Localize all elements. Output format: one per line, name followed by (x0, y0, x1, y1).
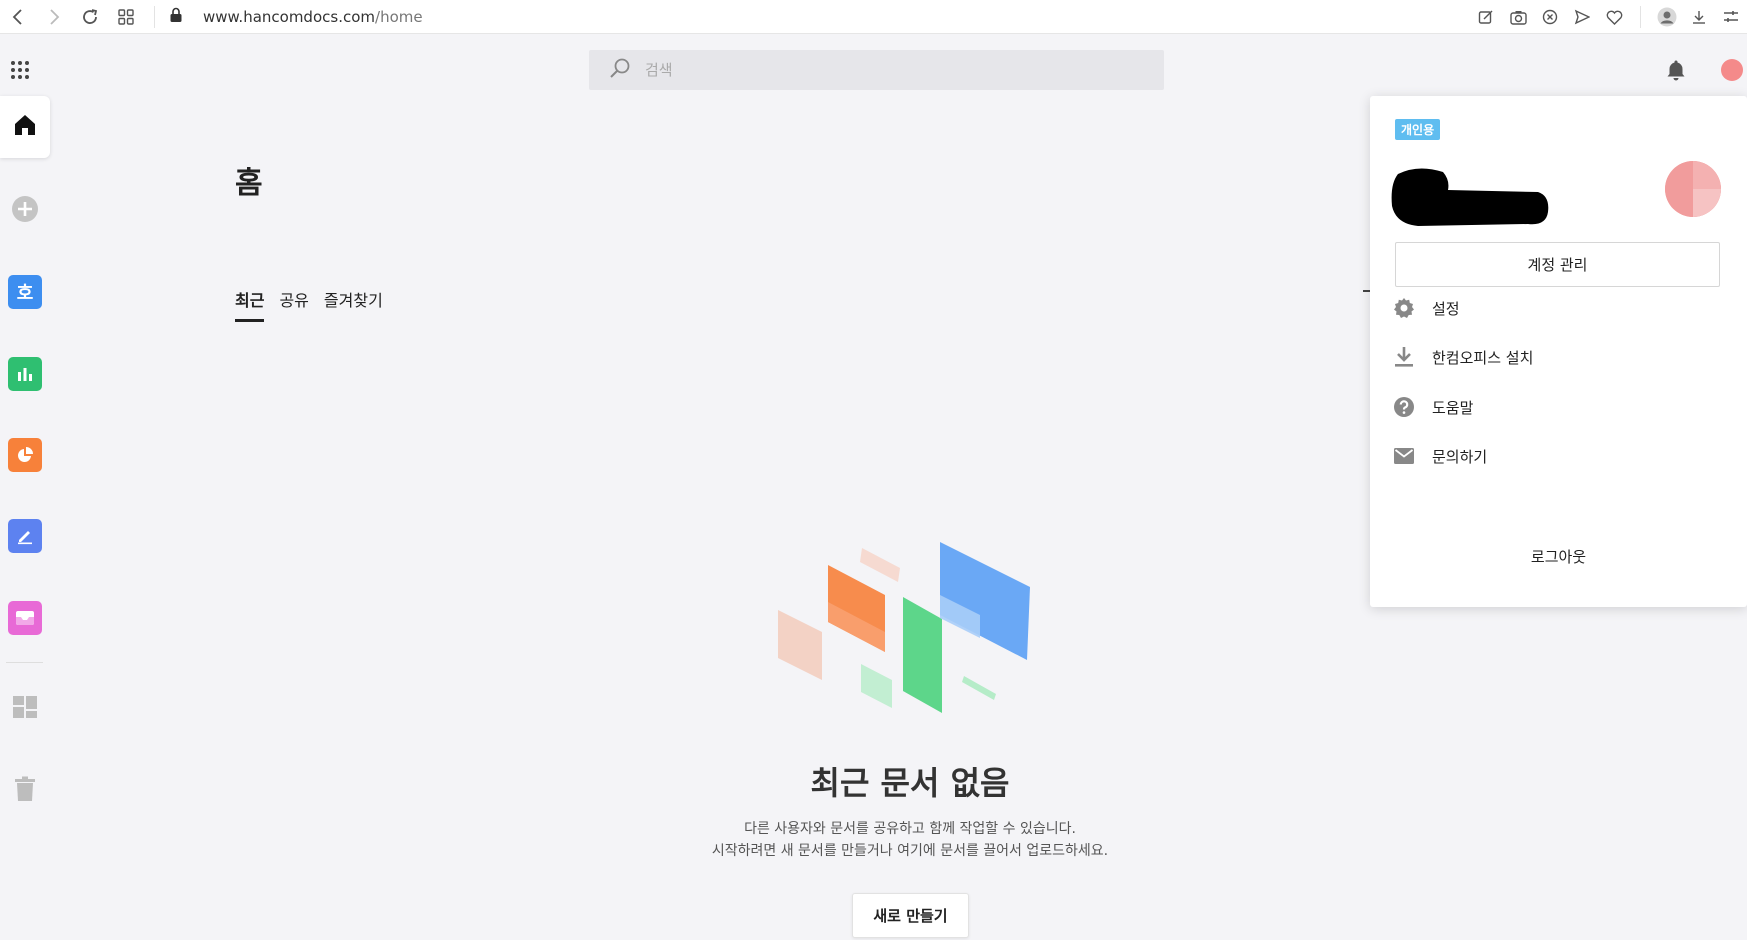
trash-icon (14, 776, 36, 806)
empty-state-line-2: 시작하려면 새 문서를 만들거나 여기에 문서를 끌어서 업로드하세요. (711, 843, 1109, 859)
back-icon[interactable] (0, 0, 36, 34)
page-title: 홈 (235, 166, 263, 201)
sidebar-item-trash[interactable] (0, 760, 50, 822)
browser-extensions (1470, 0, 1747, 34)
empty-state-title: 최근 문서 없음 (810, 764, 1010, 802)
inbox-icon (8, 601, 42, 635)
logout-link[interactable]: 로그아웃 (1370, 546, 1747, 567)
sidebar-item-dashboard[interactable] (0, 678, 50, 740)
search-bar[interactable] (589, 50, 1164, 90)
menu-item-contact[interactable]: 문의하기 (1392, 436, 1722, 476)
user-icon[interactable] (1651, 0, 1683, 34)
tab-favorites[interactable]: 즐겨찾기 (324, 287, 383, 322)
browser-toolbar: www.hancomdocs.com/home (0, 0, 1747, 34)
hword-glyph: 호 (16, 283, 34, 304)
hword-icon: 호 (8, 275, 42, 309)
sidebar-item-hshow[interactable] (0, 424, 50, 486)
camera-icon[interactable] (1502, 0, 1534, 34)
profile-avatar[interactable] (1665, 161, 1721, 217)
heart-icon[interactable] (1598, 0, 1630, 34)
chart-bars-icon (8, 357, 42, 391)
menu-item-help[interactable]: 도움말 (1392, 387, 1722, 427)
help-icon (1392, 395, 1416, 419)
dashboard-icon (12, 695, 38, 723)
sidebar-item-home[interactable] (0, 96, 50, 158)
empty-state-line-1: 다른 사용자와 문서를 공유하고 함께 작업할 수 있습니다. (744, 821, 1076, 837)
menu-item-label: 도움말 (1432, 398, 1474, 417)
menu-item-settings[interactable]: 설정 (1392, 288, 1722, 328)
tab-shared[interactable]: 공유 (279, 287, 308, 322)
sidebar-item-hpdf[interactable] (0, 505, 50, 567)
menu-item-label: 문의하기 (1432, 447, 1488, 466)
pen-icon (8, 519, 42, 553)
toolbar-divider (154, 5, 155, 28)
share-edit-icon[interactable] (1470, 0, 1502, 34)
sidebar-item-add[interactable] (0, 180, 50, 242)
empty-documents-illustration (778, 542, 1030, 713)
apps-grid-icon[interactable] (10, 60, 30, 80)
empty-state-description: 다른 사용자와 문서를 공유하고 함께 작업할 수 있습니다. 시작하려면 새 … (610, 818, 1210, 862)
download-icon[interactable] (1683, 0, 1715, 34)
mail-icon (1392, 444, 1416, 468)
tab-recent[interactable]: 최근 (235, 287, 265, 322)
toolbar-divider (1640, 6, 1641, 28)
search-icon (609, 57, 631, 83)
address-bar[interactable]: www.hancomdocs.com/home (169, 7, 423, 27)
settings-sliders-icon[interactable] (1715, 0, 1747, 34)
avatar[interactable] (1721, 59, 1743, 81)
sidebar-item-hcell[interactable] (0, 343, 50, 405)
plus-circle-icon (11, 195, 39, 227)
plan-badge: 개인용 (1395, 119, 1441, 140)
new-document-button[interactable]: 새로 만들기 (852, 893, 969, 938)
sidebar-divider (6, 662, 43, 663)
manage-account-button[interactable]: 계정 관리 (1395, 242, 1720, 287)
lock-icon (169, 7, 183, 27)
download-icon (1392, 345, 1416, 369)
sidebar-item-hword[interactable]: 호 (0, 261, 50, 323)
document-tabs: 최근 공유 즐겨찾기 (235, 287, 383, 322)
redacted-username (1391, 168, 1549, 226)
menu-item-install-office[interactable]: 한컴오피스 설치 (1392, 337, 1722, 377)
home-icon (13, 113, 37, 141)
send-icon[interactable] (1566, 0, 1598, 34)
sidebar-item-inbox[interactable] (0, 587, 50, 649)
close-circle-icon[interactable] (1534, 0, 1566, 34)
url-path: /home (375, 7, 423, 26)
pie-chart-icon (8, 438, 42, 472)
forward-icon[interactable] (36, 0, 72, 34)
search-input[interactable] (645, 61, 1125, 79)
menu-item-label: 설정 (1432, 299, 1460, 318)
bell-icon[interactable] (1664, 58, 1688, 82)
url-host: www.hancomdocs.com (203, 7, 376, 26)
reload-icon[interactable] (72, 0, 108, 34)
tabs-grid-icon[interactable] (108, 0, 144, 34)
menu-item-label: 한컴오피스 설치 (1432, 348, 1534, 367)
profile-dropdown: 개인용 계정 관리 설정 한컴오피스 설치 도움말 문의하기 로그아웃 (1370, 96, 1747, 607)
gear-icon (1392, 296, 1416, 320)
